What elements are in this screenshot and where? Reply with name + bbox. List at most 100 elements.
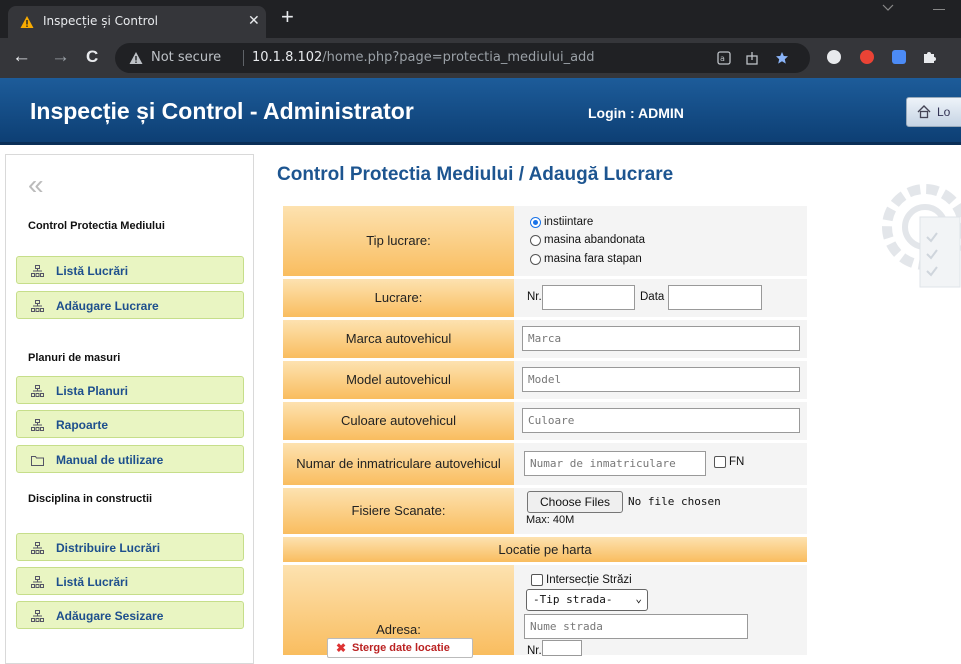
radio-label: masina abandonata: [544, 234, 646, 246]
address-bar[interactable]: Not secure 10.1.8.102/home.php?page=prot…: [115, 43, 810, 73]
radio-instiintare[interactable]: instiintare: [530, 216, 593, 228]
sidebar-item-lista-lucrari-disciplina[interactable]: Listă Lucrări: [16, 567, 244, 595]
sidebar-item-label: Listă Lucrări: [56, 264, 129, 278]
app-header: Inspecție și Control - Administrator Log…: [0, 78, 961, 145]
sidebar-item-lista-planuri[interactable]: Lista Planuri: [16, 376, 244, 404]
nume-strada-input[interactable]: Nume strada: [524, 614, 748, 639]
browser-toolbar: ← → C Not secure 10.1.8.102/home.php?pag…: [0, 38, 961, 78]
browser-tabbar: Inspecție și Control ✕ +: [0, 0, 961, 38]
svg-text:a: a: [720, 54, 725, 63]
settings-document-icon: [882, 184, 961, 288]
nr-strada-label: Nr.: [527, 645, 542, 657]
radio-icon: [530, 253, 541, 265]
browser-tab[interactable]: Inspecție și Control ✕: [8, 6, 266, 38]
sidebar-item-distribuire-lucrari[interactable]: Distribuire Lucrări: [16, 533, 244, 561]
not-secure-label: Not secure: [151, 50, 222, 65]
tab-search-icon[interactable]: [882, 4, 894, 12]
login-label: Login : ADMIN: [588, 105, 684, 121]
sitemap-icon: [31, 576, 44, 588]
no-file-chosen-label: No file chosen: [628, 495, 721, 508]
sidebar-item-manual[interactable]: Manual de utilizare: [16, 445, 244, 473]
delete-x-icon: ✖: [336, 641, 347, 655]
culoare-input[interactable]: Culoare: [522, 408, 800, 433]
warning-icon: [20, 16, 34, 28]
model-input[interactable]: Model: [522, 367, 800, 392]
sidebar-section-disciplina: Disciplina in constructii: [28, 493, 153, 505]
logout-button[interactable]: Lo: [906, 97, 961, 127]
marca-label: Marca autovehicul: [283, 320, 514, 358]
logout-label: Lo: [937, 105, 951, 119]
max-size-label: Max: 40M: [526, 514, 575, 526]
nr-inmatriculare-input[interactable]: Numar de inmatriculare: [524, 451, 706, 476]
url-host: 10.1.8.102: [252, 50, 323, 65]
url-text: 10.1.8.102/home.php?page=protectia_mediu…: [252, 50, 595, 65]
fn-label: FN: [729, 456, 745, 468]
bookmark-star-icon[interactable]: [775, 51, 789, 65]
sidebar-section-protectia-mediului: Control Protectia Mediului: [28, 220, 165, 232]
intersectie-label: Intersecție Străzi: [546, 574, 632, 586]
reload-button[interactable]: C: [86, 47, 98, 67]
sitemap-icon: [31, 542, 44, 554]
new-tab-button[interactable]: +: [281, 4, 294, 30]
data-label: Data: [640, 291, 665, 303]
url-path: /home.php?page=protectia_mediului_add: [322, 50, 595, 65]
minimize-icon[interactable]: [933, 9, 945, 10]
sitemap-icon: [31, 300, 44, 312]
radio-masina-fara-stapan[interactable]: masina fara stapan: [530, 253, 642, 265]
share-icon[interactable]: [745, 51, 759, 65]
translate-icon[interactable]: a: [717, 51, 731, 65]
tip-lucrare-label: Tip lucrare:: [283, 206, 514, 276]
app-title: Inspecție și Control - Administrator: [30, 98, 414, 124]
extension-icon-2[interactable]: [892, 50, 906, 64]
radio-icon: [530, 234, 541, 246]
sidebar-item-lista-lucrari[interactable]: Listă Lucrări: [16, 256, 244, 284]
sidebar-item-adaugare-sesizare[interactable]: Adăugare Sesizare: [16, 601, 244, 629]
data-input[interactable]: [668, 285, 762, 310]
nr-input[interactable]: [542, 285, 635, 310]
sidebar-item-rapoarte[interactable]: Rapoarte: [16, 410, 244, 438]
sidebar: « Control Protectia Mediului Listă Lucră…: [5, 154, 254, 664]
nr-label: Nr.: [527, 291, 542, 303]
sidebar-item-adaugare-lucrare[interactable]: Adăugare Lucrare: [16, 291, 244, 319]
sidebar-section-planuri: Planuri de masuri: [28, 352, 121, 364]
radio-masina-abandonata[interactable]: masina abandonata: [530, 234, 645, 246]
warning-icon: [129, 52, 143, 64]
marca-input[interactable]: Marca: [522, 326, 800, 351]
culoare-label: Culoare autovehicul: [283, 402, 514, 440]
back-button[interactable]: ←: [12, 46, 31, 68]
fisiere-label: Fisiere Scanate:: [283, 488, 514, 534]
lucrare-label: Lucrare:: [283, 279, 514, 317]
divider: [243, 50, 244, 66]
forward-button[interactable]: →: [51, 46, 70, 68]
folder-icon: [31, 456, 44, 466]
choose-files-button[interactable]: Choose Files: [527, 491, 623, 513]
intersectie-checkbox[interactable]: [531, 574, 543, 586]
page-title: Control Protectia Mediului / Adaugă Lucr…: [277, 164, 674, 185]
locatie-section-header: Locatie pe harta: [283, 537, 807, 562]
fn-checkbox[interactable]: [714, 456, 726, 468]
nr-inmatriculare-label: Numar de inmatriculare autovehicul: [283, 443, 514, 485]
radio-checked-icon: [530, 216, 541, 228]
puzzle-icon[interactable]: [922, 50, 936, 64]
sidebar-item-label: Rapoarte: [56, 418, 109, 432]
nr-strada-input[interactable]: [542, 640, 582, 656]
tip-strada-select[interactable]: -Tip strada- ⌄: [526, 589, 648, 611]
sitemap-icon: [31, 610, 44, 622]
tab-title: Inspecție și Control: [43, 14, 159, 28]
sitemap-icon: [31, 385, 44, 397]
sidebar-item-label: Adăugare Lucrare: [56, 299, 159, 313]
adblock-icon[interactable]: [860, 50, 874, 64]
home-icon: [917, 105, 931, 119]
sidebar-item-label: Lista Planuri: [56, 384, 129, 398]
radio-label: instiintare: [544, 216, 594, 228]
sidebar-item-label: Distribuire Lucrări: [56, 541, 161, 555]
extension-icon[interactable]: [827, 50, 841, 64]
radio-label: masina fara stapan: [544, 253, 642, 265]
sidebar-item-label: Manual de utilizare: [56, 453, 164, 467]
tab-close-icon[interactable]: ✕: [248, 12, 260, 29]
sterge-locatie-button[interactable]: ✖ Sterge date locatie: [327, 638, 473, 658]
collapse-sidebar-icon[interactable]: «: [28, 169, 43, 201]
model-label: Model autovehicul: [283, 361, 514, 399]
sterge-locatie-label: Sterge date locatie: [352, 642, 450, 654]
sidebar-item-label: Listă Lucrări: [56, 575, 129, 589]
